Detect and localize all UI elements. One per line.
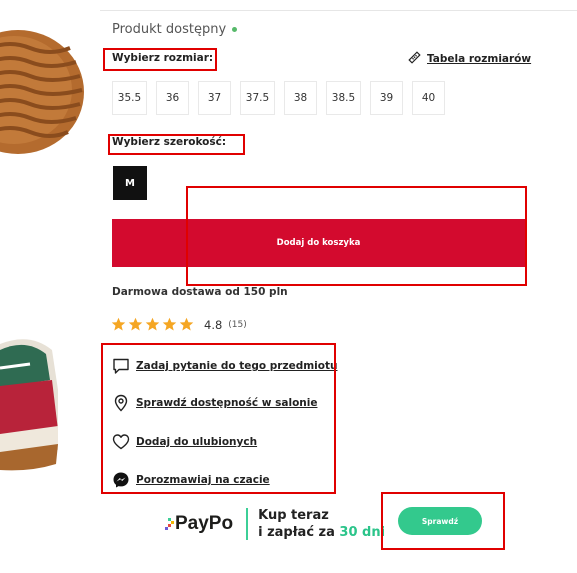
size-option[interactable]: 36: [156, 81, 189, 115]
paypo-banner: PayPo Kup teraz i zapłać za 30 dni: [165, 507, 385, 541]
ruler-icon: [408, 51, 421, 67]
star-icon: [179, 317, 194, 331]
size-option[interactable]: 38.5: [326, 81, 361, 115]
top-divider: [100, 10, 577, 11]
paypo-separator: [246, 508, 249, 540]
paypo-promo-text: Kup teraz i zapłać za 30 dni: [258, 507, 385, 541]
availability-status: Produkt dostępny: [112, 22, 238, 37]
size-option[interactable]: 40: [412, 81, 445, 115]
size-option[interactable]: 38: [284, 81, 317, 115]
availability-dot-icon: [232, 27, 238, 32]
size-option[interactable]: 37.5: [240, 81, 275, 115]
size-option[interactable]: 39: [370, 81, 403, 115]
size-guide-label: Tabela rozmiarów: [427, 53, 532, 65]
check-store-availability-link[interactable]: Sprawdź dostępność w salonie: [112, 394, 317, 412]
paypo-line2-highlight: 30 dni: [339, 525, 386, 540]
add-to-favorites-link[interactable]: Dodaj do ulubionych: [112, 433, 257, 451]
size-option[interactable]: 35.5: [112, 81, 147, 115]
paypo-dots-icon: [165, 518, 174, 530]
rating-stars: [111, 317, 196, 332]
rating-score: 4.8: [204, 317, 223, 332]
width-option-selected[interactable]: M: [113, 166, 147, 200]
free-shipping-info: Darmowa dostawa od 150 pln: [112, 286, 288, 298]
size-label: Wybierz rozmiar:: [112, 52, 214, 64]
paypo-check-button[interactable]: Sprawdź: [398, 507, 482, 535]
size-options: 35.5 36 37 37.5 38 38.5 39 40: [112, 81, 454, 115]
rating-count: (15): [228, 319, 247, 330]
paypo-logo-text: PayPo: [175, 513, 234, 534]
size-guide-link[interactable]: Tabela rozmiarów: [408, 51, 531, 67]
availability-text: Produkt dostępny: [112, 22, 227, 37]
star-icon: [128, 317, 143, 331]
location-pin-icon: [112, 394, 130, 412]
star-icon: [145, 317, 160, 331]
chat-bubble-icon: [112, 357, 130, 375]
ask-question-link[interactable]: Zadaj pytanie do tego przedmiotu: [112, 357, 337, 375]
add-to-favorites-label: Dodaj do ulubionych: [136, 436, 258, 448]
heart-icon: [112, 433, 130, 451]
add-to-cart-button[interactable]: Dodaj do koszyka: [112, 219, 525, 267]
product-image-sole[interactable]: [0, 26, 86, 158]
ask-question-label: Zadaj pytanie do tego przedmiotu: [136, 360, 338, 372]
product-rating[interactable]: 4.8 (15): [111, 317, 247, 332]
chat-link[interactable]: Porozmawiaj na czacie: [112, 471, 270, 489]
size-option[interactable]: 37: [198, 81, 231, 115]
messenger-icon: [112, 471, 130, 489]
product-image-side[interactable]: [0, 330, 60, 480]
paypo-line1: Kup teraz: [258, 508, 329, 523]
width-label: Wybierz szerokość:: [112, 136, 227, 148]
chat-label: Porozmawiaj na czacie: [136, 474, 270, 486]
paypo-logo: PayPo: [165, 513, 233, 535]
star-icon: [162, 317, 177, 331]
paypo-line2: i zapłać za 30 dni: [258, 524, 385, 541]
check-store-availability-label: Sprawdź dostępność w salonie: [136, 397, 318, 409]
paypo-line2-prefix: i zapłać za: [258, 525, 340, 540]
star-icon: [111, 317, 126, 331]
